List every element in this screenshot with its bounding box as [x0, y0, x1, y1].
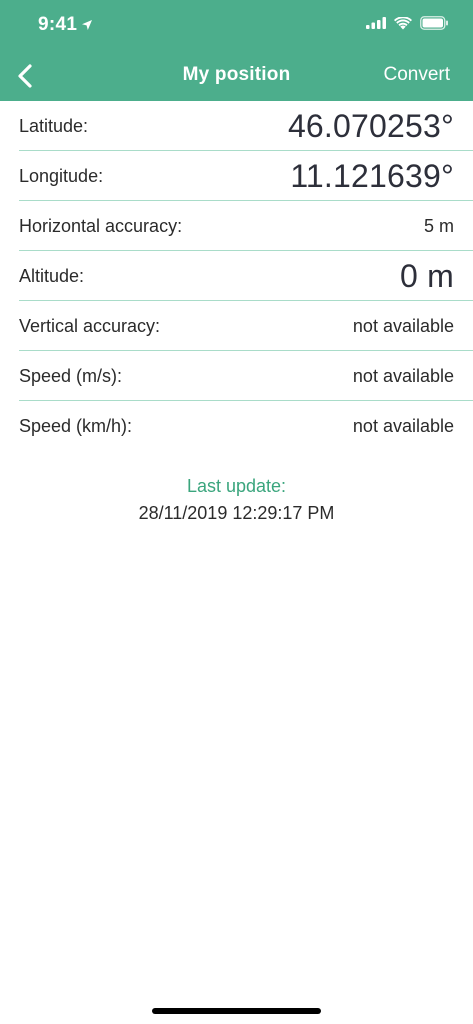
- status-bar: 9:41: [0, 0, 473, 50]
- speed-ms-label: Speed (m/s):: [19, 365, 123, 386]
- position-list: Latitude: 46.070253° Longitude: 11.12163…: [0, 101, 473, 451]
- row-speed-kmh: Speed (km/h): not available: [0, 401, 473, 451]
- screen: 9:41 My position Convert Latitude: 46.07…: [0, 0, 473, 1024]
- row-horizontal-accuracy: Horizontal accuracy: 5 m: [0, 201, 473, 251]
- speed-ms-value: not available: [352, 365, 454, 386]
- last-update: Last update: 28/11/2019 12:29:17 PM: [0, 476, 473, 524]
- row-longitude: Longitude: 11.121639°: [0, 151, 473, 201]
- home-indicator[interactable]: [152, 1008, 321, 1014]
- location-arrow-icon: [82, 20, 93, 30]
- row-speed-ms: Speed (m/s): not available: [0, 351, 473, 401]
- header: 9:41 My position Convert: [0, 0, 473, 101]
- status-time: 9:41: [38, 14, 78, 35]
- row-altitude: Altitude: 0 m: [0, 251, 473, 301]
- latitude-label: Latitude:: [19, 115, 89, 136]
- horizontal-accuracy-value: 5 m: [423, 215, 454, 236]
- last-update-value: 28/11/2019 12:29:17 PM: [138, 503, 335, 523]
- last-update-label: Last update:: [186, 476, 287, 496]
- speed-kmh-value: not available: [352, 415, 454, 436]
- row-latitude: Latitude: 46.070253°: [0, 101, 473, 151]
- battery-icon: [420, 16, 448, 30]
- convert-button[interactable]: Convert: [383, 64, 450, 86]
- horizontal-accuracy-label: Horizontal accuracy:: [19, 215, 183, 236]
- status-icons: [366, 16, 449, 30]
- longitude-label: Longitude:: [19, 165, 104, 186]
- wifi-icon: [394, 16, 412, 29]
- altitude-value: 0 m: [400, 257, 454, 294]
- status-time-group: 9:41: [38, 14, 93, 36]
- latitude-value: 46.070253°: [287, 107, 454, 144]
- vertical-accuracy-value: not available: [352, 315, 454, 336]
- altitude-label: Altitude:: [19, 265, 85, 286]
- cellular-signal-icon: [366, 17, 386, 29]
- speed-kmh-label: Speed (km/h):: [19, 415, 133, 436]
- navigation-bar: My position Convert: [0, 52, 473, 100]
- longitude-value: 11.121639°: [290, 157, 454, 194]
- vertical-accuracy-label: Vertical accuracy:: [19, 315, 161, 336]
- row-vertical-accuracy: Vertical accuracy: not available: [0, 301, 473, 351]
